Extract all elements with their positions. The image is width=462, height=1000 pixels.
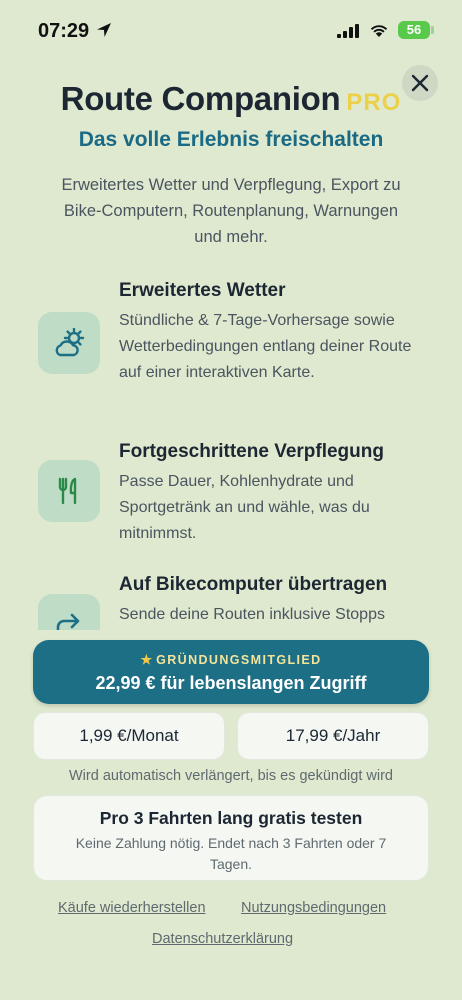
yearly-price: 17,99 €/Jahr [285,726,381,745]
trial-note: Keine Zahlung nötig. Endet nach 3 Fahrte… [75,835,387,872]
app-name: Route Companion [60,80,341,117]
lifetime-purchase-button[interactable]: ★ GRÜNDUNGSMITGLIED 22,99 € für lebenslan… [33,640,429,704]
feature-title: Auf Bikecomputer übertragen [119,574,388,595]
trial-title: Pro 3 Fahrten lang gratis testen [99,808,363,828]
badge-label: GRÜNDUNGSMITGLIED [156,653,322,667]
status-bar: 07:29 56 [0,0,462,60]
monthly-price: 1,99 €/Monat [79,726,179,745]
share-arrow-icon [38,594,100,630]
terms-link[interactable]: Nutzungsbedingungen [241,900,386,916]
feature-text: Passe Dauer, Kohlenhydrate und Sportgetr… [119,473,370,542]
page-title: Route Companion PRO [0,80,462,118]
lifetime-price: 22,99 € für lebenslangen Zugriff [95,673,367,693]
auto-renew-note: Wird automatisch verlängert, bis es gekü… [69,768,393,784]
feature-text: Sende deine Routen inklusive Stopps [119,606,385,623]
feature-text: Stündliche & 7-Tage-Vorhersage sowie Wet… [119,312,412,381]
feature-title: Fortgeschrittene Verpflegung [119,441,384,462]
clock: 07:29 [38,20,90,42]
feature-scroll-clip: Auf Bikecomputer übertragen Sende deine … [0,560,462,630]
cellular-signal-icon [337,24,359,38]
star-icon: ★ [140,652,153,667]
description: Erweitertes Wetter und Verpflegung, Expo… [61,176,401,246]
monthly-plan-button[interactable]: 1,99 €/Monat [33,712,225,760]
yearly-plan-button[interactable]: 17,99 €/Jahr [237,712,429,760]
free-trial-button[interactable]: Pro 3 Fahrten lang gratis testen Keine Z… [33,795,429,881]
battery-indicator: 56 [398,21,430,39]
privacy-link[interactable]: Datenschutzerklärung [152,931,293,947]
wifi-icon [370,25,388,37]
weather-icon [38,312,100,374]
fork-knife-icon [38,460,100,522]
subtitle: Das volle Erlebnis freischalten [78,128,384,151]
battery-cap [431,26,434,34]
feature-title: Erweitertes Wetter [119,280,286,301]
pro-badge: PRO [346,89,402,116]
location-arrow-icon [97,23,111,37]
restore-purchases-link[interactable]: Käufe wiederherstellen [58,900,206,916]
founding-member-badge: ★ GRÜNDUNGSMITGLIED [33,652,429,668]
